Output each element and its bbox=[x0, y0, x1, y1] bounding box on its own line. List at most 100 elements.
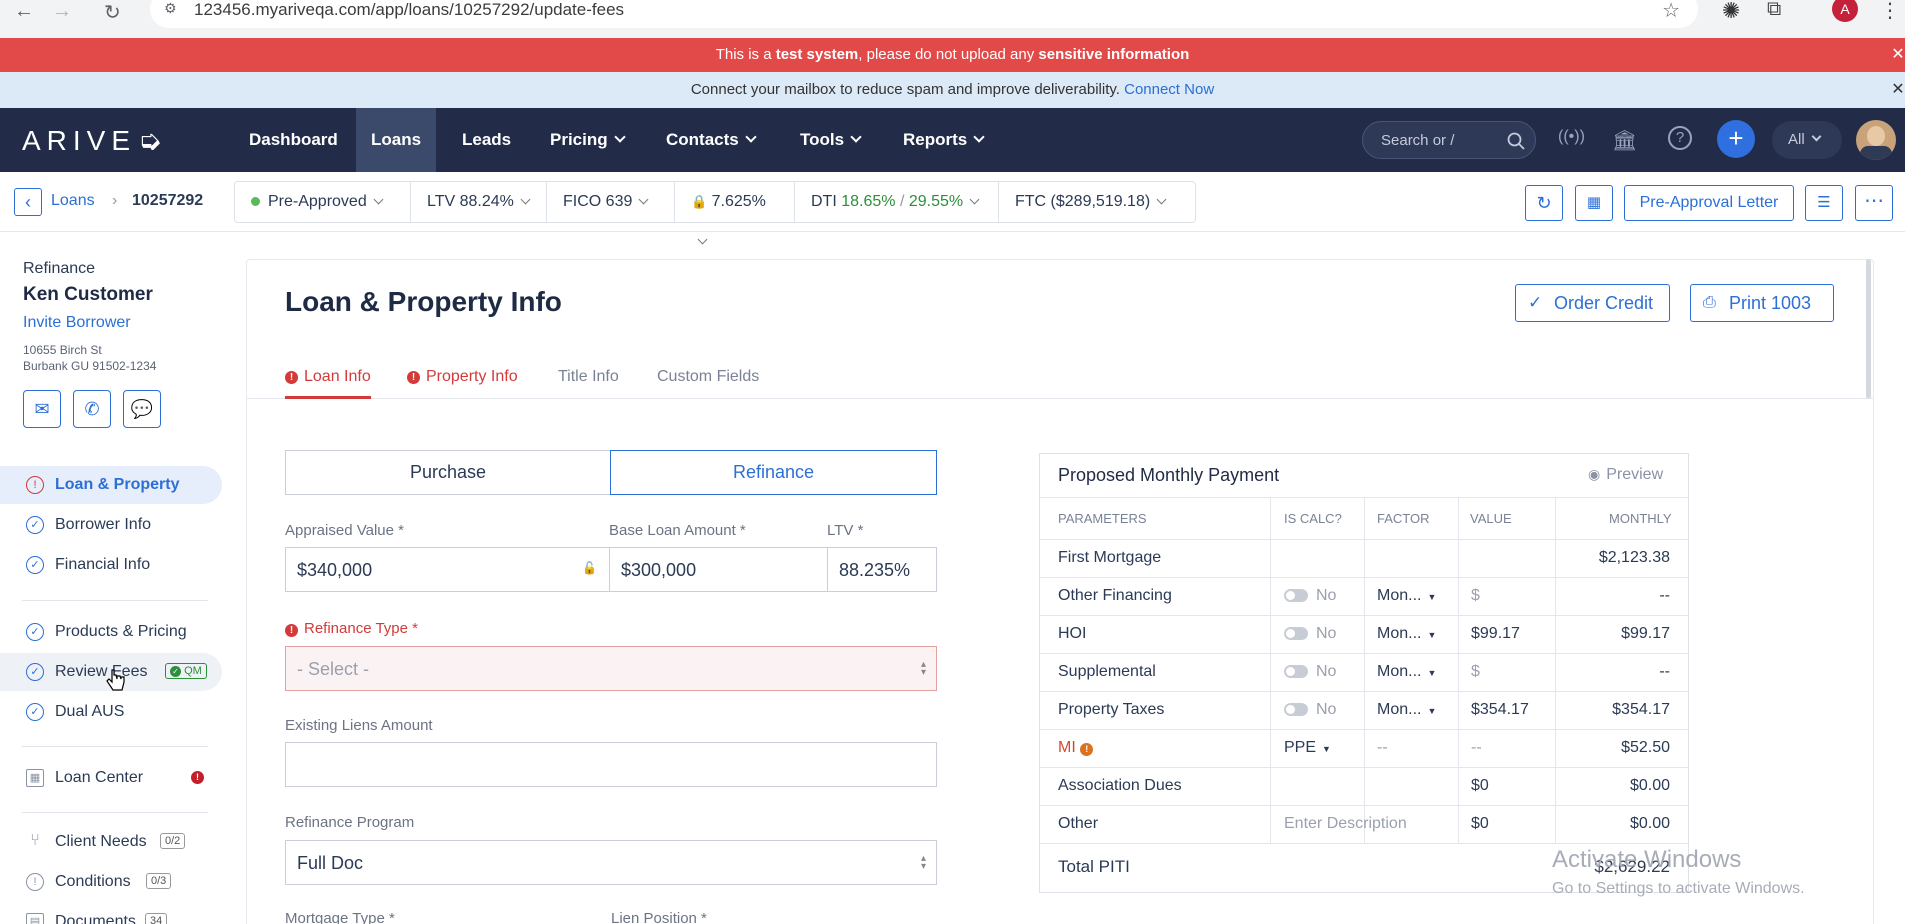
sidebar-item-loan-property[interactable]: ! Loan & Property bbox=[0, 466, 222, 504]
factor-select[interactable]: Mon... ▼ bbox=[1377, 663, 1436, 681]
fico-dropdown[interactable]: FICO 639 bbox=[547, 182, 675, 222]
arive-logo[interactable]: ARIVE➭ bbox=[22, 124, 162, 157]
sidebar-item-products-pricing[interactable]: ✓ Products & Pricing bbox=[0, 613, 222, 651]
description-input[interactable]: Enter Description bbox=[1284, 815, 1407, 833]
value-input[interactable]: $354.17 bbox=[1471, 701, 1529, 719]
more-options-button[interactable]: ⋯ bbox=[1855, 185, 1893, 221]
nav-loans[interactable]: Loans bbox=[356, 108, 437, 172]
sidebar-item-client-needs[interactable]: ⑂ Client Needs 0/2 bbox=[0, 823, 222, 861]
sidebar-item-borrower-info[interactable]: ✓ Borrower Info bbox=[0, 506, 222, 544]
factor-select[interactable]: Mon... ▼ bbox=[1377, 587, 1436, 605]
pre-approval-letter-button[interactable]: Pre-Approval Letter bbox=[1624, 185, 1794, 221]
appraised-value-input[interactable]: $340,000 🔓 bbox=[285, 547, 610, 592]
existing-liens-input[interactable] bbox=[285, 742, 937, 787]
global-search-input[interactable]: Search or / bbox=[1362, 121, 1536, 159]
add-new-button[interactable]: + bbox=[1717, 120, 1755, 158]
chat-button[interactable]: 💬 bbox=[123, 390, 161, 428]
preview-button[interactable]: ◉ Preview bbox=[1588, 466, 1663, 484]
nav-dashboard[interactable]: Dashboard bbox=[234, 108, 353, 172]
select-arrows-icon: ▴ ▾ bbox=[920, 659, 926, 678]
tab-label: Title Info bbox=[558, 368, 619, 385]
nav-leads[interactable]: Leads bbox=[447, 108, 526, 172]
order-credit-button[interactable]: ✓ Order Credit bbox=[1515, 284, 1670, 322]
bookmark-star-icon[interactable]: ☆ bbox=[1662, 0, 1680, 23]
refresh-button[interactable]: ↻ bbox=[1525, 185, 1563, 221]
forward-arrow-icon[interactable]: → bbox=[52, 0, 72, 23]
address-bar[interactable]: ⚙ 123456.myariveqa.com/app/loans/1025729… bbox=[150, 0, 1698, 28]
factor-cell: -- bbox=[1377, 739, 1388, 756]
nav-tools[interactable]: Tools bbox=[785, 108, 875, 172]
purpose-refinance-option[interactable]: Refinance bbox=[610, 450, 937, 495]
puzzle-icon[interactable]: ⧉ bbox=[1767, 0, 1781, 21]
notes-button[interactable]: ☰ bbox=[1805, 185, 1843, 221]
sidebar-item-dual-aus[interactable]: ✓ Dual AUS bbox=[0, 693, 222, 731]
ltv-input[interactable]: 88.235% bbox=[827, 547, 937, 592]
bank-icon[interactable]: 🏛 bbox=[1612, 128, 1637, 153]
sidebar-item-label: Loan Center bbox=[55, 769, 144, 786]
tab-property-info[interactable]: ! Property Info bbox=[407, 368, 518, 386]
print-1003-button[interactable]: ⎙ Print 1003 bbox=[1690, 284, 1834, 322]
base-loan-amount-input[interactable]: $300,000 bbox=[609, 547, 828, 592]
ltv-dropdown[interactable]: LTV 88.24% bbox=[411, 182, 547, 222]
sidebar-item-documents[interactable]: ▤ Documents 34 bbox=[0, 903, 222, 924]
close-icon[interactable]: ✕ bbox=[1891, 72, 1905, 108]
profile-avatar[interactable]: A bbox=[1832, 0, 1858, 22]
connect-now-link[interactable]: Connect Now bbox=[1124, 81, 1214, 98]
purpose-purchase-option[interactable]: Purchase bbox=[285, 450, 611, 495]
address-line-1: 10655 Birch St bbox=[23, 343, 102, 357]
unlock-icon[interactable]: 🔓 bbox=[582, 561, 597, 575]
sidebar-item-label: Financial Info bbox=[55, 556, 151, 573]
nav-reports[interactable]: Reports bbox=[888, 108, 998, 172]
extension-icon[interactable]: ✺ bbox=[1722, 0, 1740, 24]
value-input[interactable]: $ bbox=[1471, 663, 1480, 681]
status-dropdown[interactable]: Pre-Approved bbox=[235, 182, 411, 222]
is-calc-toggle[interactable]: No bbox=[1284, 701, 1336, 719]
is-calc-toggle[interactable]: No bbox=[1284, 587, 1336, 605]
tab-custom-fields[interactable]: Custom Fields bbox=[657, 368, 759, 386]
error-icon: ! bbox=[407, 371, 420, 384]
reload-icon[interactable]: ↻ bbox=[104, 0, 121, 25]
factor-select[interactable]: Mon... ▼ bbox=[1377, 701, 1436, 719]
browser-menu-icon[interactable]: ⋮ bbox=[1880, 0, 1900, 23]
broadcast-icon[interactable]: ((•)) bbox=[1558, 128, 1585, 146]
factor-select[interactable]: Mon... ▼ bbox=[1377, 625, 1436, 643]
is-calc-toggle[interactable]: No bbox=[1284, 625, 1336, 643]
email-button[interactable]: ✉ bbox=[23, 390, 61, 428]
ftc-dropdown[interactable]: FTC ($289,519.18) bbox=[999, 182, 1195, 222]
nav-contacts[interactable]: Contacts bbox=[651, 108, 770, 172]
refinance-type-select[interactable]: - Select - ▴ ▾ bbox=[285, 646, 937, 691]
breadcrumb-loans[interactable]: Loans bbox=[51, 192, 95, 210]
value-input[interactable]: $99.17 bbox=[1471, 625, 1520, 643]
tab-loan-info[interactable]: ! Loan Info bbox=[285, 368, 371, 386]
value-input[interactable]: $ bbox=[1471, 587, 1480, 605]
close-icon[interactable]: ✕ bbox=[1891, 38, 1905, 72]
search-scope-select[interactable]: All bbox=[1772, 121, 1842, 159]
sidebar-item-conditions[interactable]: ! Conditions 0/3 bbox=[0, 863, 222, 901]
back-button[interactable]: ‹ bbox=[14, 188, 42, 216]
value-input[interactable]: $0 bbox=[1471, 777, 1489, 795]
refinance-program-select[interactable]: Full Doc ▴ ▾ bbox=[285, 840, 937, 885]
rate-dropdown[interactable]: 🔒 7.625% bbox=[675, 182, 795, 245]
is-calc-toggle[interactable]: No bbox=[1284, 663, 1336, 681]
user-avatar[interactable] bbox=[1856, 120, 1896, 160]
dti-dropdown[interactable]: DTI 18.65% / 29.55% bbox=[795, 182, 999, 222]
ltv-value: 88.24% bbox=[459, 193, 514, 210]
back-arrow-icon[interactable]: ← bbox=[14, 0, 34, 23]
tab-title-info[interactable]: Title Info bbox=[558, 368, 619, 386]
sidebar-item-label: Dual AUS bbox=[55, 703, 125, 720]
sidebar-item-financial-info[interactable]: ✓ Financial Info bbox=[0, 546, 222, 584]
dti-back: 29.55% bbox=[908, 193, 964, 210]
scrollbar-thumb[interactable] bbox=[1866, 259, 1871, 399]
ltv-label: LTV * bbox=[827, 522, 864, 539]
calendar-button[interactable]: ▦ bbox=[1575, 185, 1613, 221]
phone-button[interactable]: ✆ bbox=[73, 390, 111, 428]
invite-borrower-link[interactable]: Invite Borrower bbox=[23, 314, 131, 332]
nav-pricing[interactable]: Pricing bbox=[535, 108, 639, 172]
sidebar-item-loan-center[interactable]: ▦ Loan Center ! bbox=[0, 759, 222, 797]
calc-select[interactable]: PPE ▼ bbox=[1284, 739, 1331, 757]
input-value: $300,000 bbox=[621, 560, 697, 580]
site-info-icon[interactable]: ⚙ bbox=[164, 0, 177, 17]
help-icon[interactable]: ? bbox=[1668, 126, 1692, 150]
value-input[interactable]: $0 bbox=[1471, 815, 1489, 833]
param-cell: HOI bbox=[1058, 625, 1087, 642]
